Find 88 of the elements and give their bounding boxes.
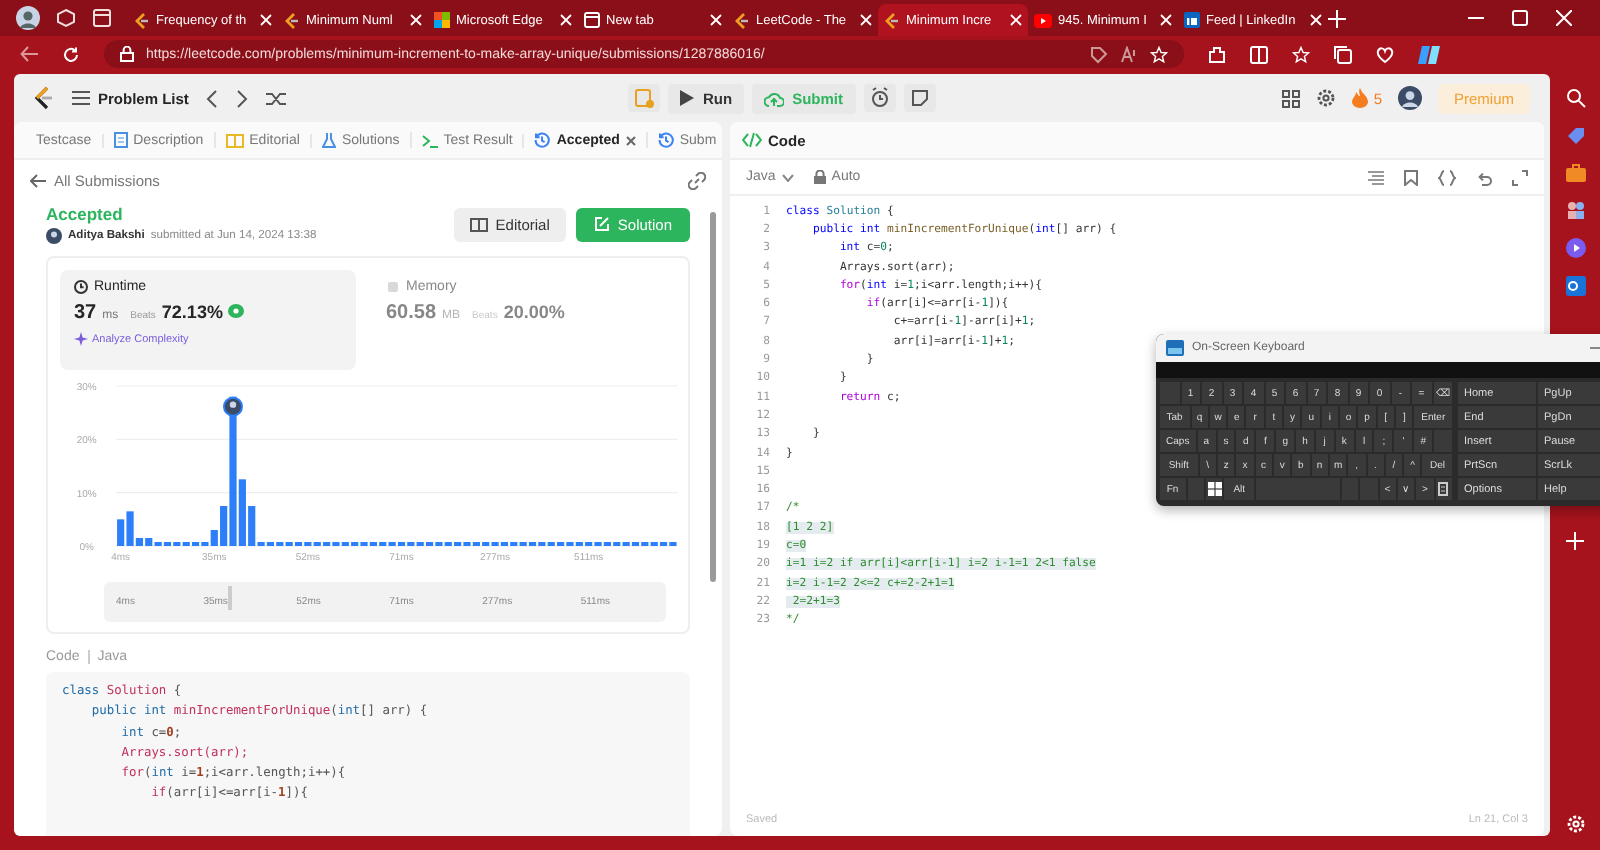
submission-status: Accepted <box>46 204 123 224</box>
close-icon[interactable] <box>625 135 636 145</box>
menu-icon <box>1438 482 1449 496</box>
chip-icon <box>386 280 400 294</box>
settings-icon[interactable] <box>1315 88 1336 108</box>
note-icon[interactable] <box>903 84 935 112</box>
metric-value: 37 <box>74 302 97 324</box>
add-icon[interactable] <box>1566 532 1584 550</box>
chart-bar[interactable] <box>116 519 124 546</box>
leetcode-icon <box>284 11 300 29</box>
book-icon <box>469 217 488 231</box>
page-icon <box>584 12 600 28</box>
chart-bar[interactable] <box>219 506 227 546</box>
history-icon <box>657 132 674 148</box>
briefcase-icon[interactable] <box>1565 164 1585 182</box>
layout-icon[interactable] <box>1281 89 1300 107</box>
book-icon <box>225 133 244 147</box>
user-avatar-icon[interactable] <box>1397 86 1422 110</box>
chevron-down-icon <box>781 173 794 181</box>
tab-actions-icon[interactable] <box>92 8 112 28</box>
document-icon <box>113 132 128 148</box>
chart-bar[interactable] <box>144 538 152 546</box>
windows-icon <box>1207 482 1222 496</box>
favorites-icon[interactable] <box>1292 45 1310 63</box>
mail-icon[interactable] <box>1565 276 1585 296</box>
lock-icon <box>813 170 826 184</box>
star-icon[interactable] <box>1150 45 1168 63</box>
search-icon[interactable] <box>1565 88 1585 108</box>
previous-icon[interactable] <box>206 89 219 107</box>
list-icon <box>72 90 90 106</box>
user-avatar-marker <box>222 396 243 417</box>
debug-icon[interactable] <box>628 84 661 112</box>
scrollbar[interactable] <box>710 212 716 582</box>
slider-handle[interactable] <box>227 586 232 610</box>
bookmark-icon[interactable] <box>1404 169 1418 185</box>
code-icon <box>742 132 762 148</box>
workspaces-icon[interactable] <box>56 8 76 28</box>
terminal-icon <box>421 133 438 147</box>
expand-icon[interactable] <box>1512 169 1528 185</box>
colored-squares-icon <box>434 12 450 28</box>
profile-avatar-icon[interactable] <box>16 6 40 30</box>
link-icon[interactable] <box>688 171 706 189</box>
history-icon <box>534 132 551 148</box>
lock-icon <box>120 46 134 62</box>
beats-percentage: 72.13% <box>161 302 223 322</box>
reload-icon[interactable] <box>62 45 80 63</box>
keyboard-key[interactable] <box>1435 478 1453 500</box>
chart-bar[interactable] <box>125 511 133 546</box>
leetcode-logo-icon[interactable] <box>34 86 54 110</box>
next-icon[interactable] <box>236 89 249 107</box>
split-screen-icon[interactable] <box>1250 45 1268 63</box>
read-aloud-icon[interactable] <box>1120 45 1138 63</box>
maximize-icon[interactable] <box>1512 10 1528 26</box>
badge-icon <box>228 304 245 318</box>
keyboard-app-icon <box>1166 340 1184 356</box>
back-arrow-icon <box>30 173 46 187</box>
tag-icon[interactable] <box>1090 45 1108 63</box>
alarm-clock-icon[interactable] <box>863 84 895 112</box>
chart-bar[interactable] <box>247 506 255 546</box>
beats-percentage: 20.00% <box>503 302 565 322</box>
leetcode-icon <box>134 11 150 29</box>
undo-icon[interactable] <box>1476 169 1492 185</box>
edit-icon <box>593 216 610 232</box>
fire-icon <box>1351 88 1368 108</box>
tag-icon[interactable] <box>1565 126 1585 146</box>
play-icon <box>1034 13 1052 27</box>
format-icon[interactable] <box>1368 169 1384 185</box>
copilot-icon[interactable] <box>1418 43 1440 65</box>
braces-icon[interactable] <box>1438 169 1456 185</box>
play-icon <box>680 90 695 106</box>
cloud-upload-icon <box>764 89 785 107</box>
author-avatar-icon <box>46 228 62 244</box>
people-icon[interactable] <box>1565 200 1585 220</box>
shuffle-icon[interactable] <box>266 89 287 107</box>
sparkle-icon <box>74 332 88 346</box>
leetcode-icon <box>884 11 900 29</box>
performance-icon[interactable] <box>1376 45 1394 63</box>
keyboard-key[interactable] <box>1205 478 1223 500</box>
new-tab-icon[interactable] <box>1328 9 1346 27</box>
extensions-icon[interactable] <box>1208 45 1226 63</box>
leetcode-icon <box>734 11 750 29</box>
flask-icon <box>321 132 336 148</box>
collections-icon[interactable] <box>1334 45 1352 63</box>
linkedin-icon <box>1184 12 1200 28</box>
clock-icon <box>74 280 88 294</box>
play-circle-icon[interactable] <box>1565 238 1585 258</box>
metric-value: 60.58 <box>386 302 437 324</box>
back-icon[interactable] <box>20 46 38 62</box>
